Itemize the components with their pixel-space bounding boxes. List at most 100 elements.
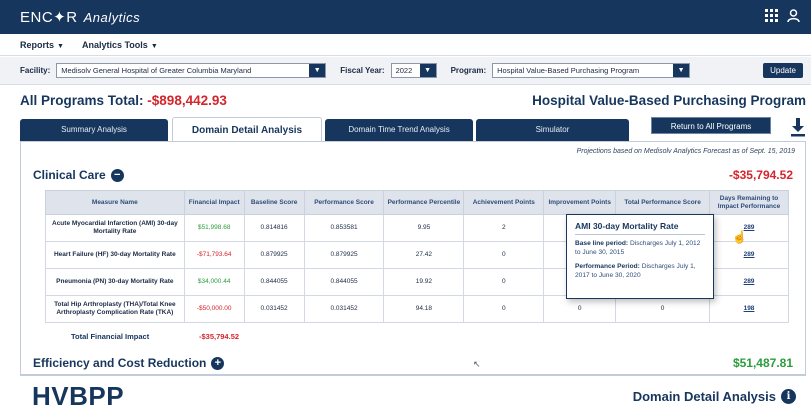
info-icon[interactable]: i bbox=[781, 389, 796, 404]
total-performance-score-cell: 0 bbox=[615, 295, 711, 323]
col-total-performance-score[interactable]: Total Performance Score bbox=[615, 190, 711, 215]
baseline-score-cell: 0.844055 bbox=[243, 268, 305, 296]
col-days-remaining[interactable]: Days Remaining to Impact Performance bbox=[709, 190, 789, 215]
program-acronym: HVBPP bbox=[32, 381, 125, 411]
performance-percentile-cell: 19.92 bbox=[383, 268, 465, 296]
financial-impact-cell: -$71,793.64 bbox=[183, 241, 245, 269]
bottom-banner: HVBPP Domain Detail Analysis i bbox=[20, 375, 806, 413]
total-financial-impact-value: -$35,794.52 bbox=[199, 332, 240, 341]
summary-row: All Programs Total: -$898,442.93 Hospita… bbox=[20, 91, 806, 111]
clinical-care-header[interactable]: Clinical Care − bbox=[33, 168, 124, 182]
program-select[interactable]: Hospital Value-Based Purchasing Program … bbox=[492, 63, 691, 78]
facility-value: Medisolv General Hospital of Greater Col… bbox=[61, 66, 252, 75]
hand-pointer-icon: ☝ bbox=[732, 230, 747, 244]
tab-domain-time-trend-analysis[interactable]: Domain Time Trend Analysis bbox=[325, 119, 473, 141]
projections-note: Projections based on Medisolv Analytics … bbox=[576, 148, 795, 155]
tab-summary-analysis[interactable]: Summary Analysis bbox=[20, 119, 168, 141]
program-title: Hospital Value-Based Purchasing Program bbox=[532, 93, 806, 108]
financial-impact-cell: $51,998.68 bbox=[183, 214, 245, 242]
user-icon[interactable] bbox=[787, 9, 801, 23]
tooltip-performance-label: Performance Period: bbox=[575, 263, 640, 270]
table-header-row: Measure Name Financial Impact Baseline S… bbox=[45, 190, 789, 215]
clinical-care-title: Clinical Care bbox=[33, 168, 106, 182]
chevron-down-icon[interactable]: ▼ bbox=[673, 64, 690, 77]
table-row: Total Hip Arthroplasty (THA)/Total Knee … bbox=[45, 295, 789, 323]
performance-percentile-cell: 9.95 bbox=[383, 214, 465, 242]
performance-score-cell: 0.853581 bbox=[303, 214, 385, 242]
measure-name-cell: Acute Myocardial Infarction (AMI) 30-day… bbox=[45, 214, 185, 242]
tooltip-title: AMI 30-day Mortality Rate bbox=[575, 221, 705, 235]
arrow-cursor-icon: ↖ bbox=[473, 359, 481, 369]
achievement-points-cell: 0 bbox=[463, 295, 545, 323]
tab-domain-detail-analysis[interactable]: Domain Detail Analysis bbox=[172, 117, 322, 142]
achievement-points-cell: 0 bbox=[463, 268, 545, 296]
tooltip-baseline-label: Base line period: bbox=[575, 240, 629, 247]
tooltip-performance: Performance Period: Discharges July 1, 2… bbox=[575, 262, 705, 280]
col-achievement-points[interactable]: Achievement Points bbox=[463, 190, 545, 215]
grid-icon[interactable] bbox=[765, 9, 779, 23]
program-label: Program: bbox=[450, 66, 487, 75]
efficiency-header[interactable]: Efficiency and Cost Reduction + bbox=[33, 356, 225, 370]
chevron-down-icon: ▼ bbox=[150, 42, 158, 50]
measure-name-cell: Pneumonia (PN) 30-day Mortality Rate bbox=[45, 268, 185, 296]
download-icon[interactable] bbox=[790, 117, 806, 137]
days-remaining-link[interactable]: 198 bbox=[744, 305, 755, 312]
collapse-minus-icon[interactable]: − bbox=[110, 168, 124, 182]
days-remaining-link[interactable]: 289 bbox=[744, 278, 755, 285]
baseline-score-cell: 0.031452 bbox=[243, 295, 305, 323]
bottom-section-title: Domain Detail Analysis i bbox=[633, 389, 796, 404]
days-remaining-cell: 289 bbox=[709, 214, 789, 242]
logo-brand: ENC✦R bbox=[20, 9, 78, 26]
chevron-down-icon[interactable]: ▼ bbox=[419, 64, 436, 77]
performance-percentile-cell: 94.18 bbox=[383, 295, 465, 323]
efficiency-title: Efficiency and Cost Reduction bbox=[33, 356, 207, 370]
filter-bar: Facility: Medisolv General Hospital of G… bbox=[0, 57, 811, 85]
tab-simulator[interactable]: Simulator bbox=[476, 119, 629, 141]
bottom-section-title-text: Domain Detail Analysis bbox=[632, 389, 776, 404]
performance-score-cell: 0.031452 bbox=[303, 295, 385, 323]
total-label: All Programs Total: bbox=[20, 93, 144, 108]
days-remaining-cell: 289 bbox=[709, 268, 789, 296]
performance-percentile-cell: 27.42 bbox=[383, 241, 465, 269]
improvement-points-cell: 0 bbox=[543, 295, 617, 323]
col-financial-impact[interactable]: Financial Impact bbox=[183, 190, 245, 215]
achievement-points-cell: 2 bbox=[463, 214, 545, 242]
expand-plus-icon[interactable]: + bbox=[211, 356, 225, 370]
days-remaining-link[interactable]: 289 bbox=[744, 251, 755, 258]
col-improvement-points[interactable]: Improvement Points bbox=[543, 190, 617, 215]
tooltip-baseline: Base line period: Discharges July 1, 201… bbox=[575, 239, 705, 257]
menu-bar: Reports ▼ Analytics Tools ▼ bbox=[0, 34, 811, 56]
achievement-points-cell: 0 bbox=[463, 241, 545, 269]
program-value: Hospital Value-Based Purchasing Program bbox=[497, 66, 640, 75]
return-to-all-programs-button[interactable]: Return to All Programs bbox=[651, 117, 771, 134]
days-remaining-cell: 198 bbox=[709, 295, 789, 323]
chevron-down-icon[interactable]: ▼ bbox=[309, 64, 326, 77]
measure-name-cell: Heart Failure (HF) 30-day Mortality Rate bbox=[45, 241, 185, 269]
menu-reports[interactable]: Reports ▼ bbox=[20, 40, 64, 50]
facility-select[interactable]: Medisolv General Hospital of Greater Col… bbox=[56, 63, 327, 78]
fiscal-year-select[interactable]: 2022 ▼ bbox=[390, 63, 437, 78]
col-performance-percentile[interactable]: Performance Percentile bbox=[383, 190, 465, 215]
fiscal-year-label: Fiscal Year: bbox=[340, 66, 385, 75]
clinical-care-amount: -$35,794.52 bbox=[728, 168, 793, 182]
logo-product: Analytics bbox=[83, 10, 141, 25]
menu-reports-label: Reports bbox=[20, 39, 55, 50]
top-bar: ENC✦R Analytics bbox=[0, 0, 811, 34]
app-logo[interactable]: ENC✦R Analytics bbox=[20, 8, 140, 26]
financial-impact-cell: $34,000.44 bbox=[183, 268, 245, 296]
topbar-icons bbox=[765, 9, 801, 23]
tab-bar: Summary Analysis Domain Detail Analysis … bbox=[20, 117, 805, 142]
menu-analytics-tools[interactable]: Analytics Tools ▼ bbox=[82, 40, 158, 50]
col-measure-name[interactable]: Measure Name bbox=[45, 190, 185, 215]
col-performance-score[interactable]: Performance Score bbox=[303, 190, 385, 215]
efficiency-amount: $51,487.81 bbox=[732, 356, 793, 370]
col-baseline-score[interactable]: Baseline Score bbox=[243, 190, 305, 215]
chevron-down-icon: ▼ bbox=[57, 42, 64, 50]
performance-score-cell: 0.879925 bbox=[303, 241, 385, 269]
measure-name-cell: Total Hip Arthroplasty (THA)/Total Knee … bbox=[45, 295, 185, 323]
baseline-score-cell: 0.879925 bbox=[243, 241, 305, 269]
facility-label: Facility: bbox=[20, 66, 51, 75]
baseline-score-cell: 0.814816 bbox=[243, 214, 305, 242]
menu-analytics-tools-label: Analytics Tools bbox=[81, 39, 148, 50]
update-button[interactable]: Update bbox=[763, 63, 803, 78]
